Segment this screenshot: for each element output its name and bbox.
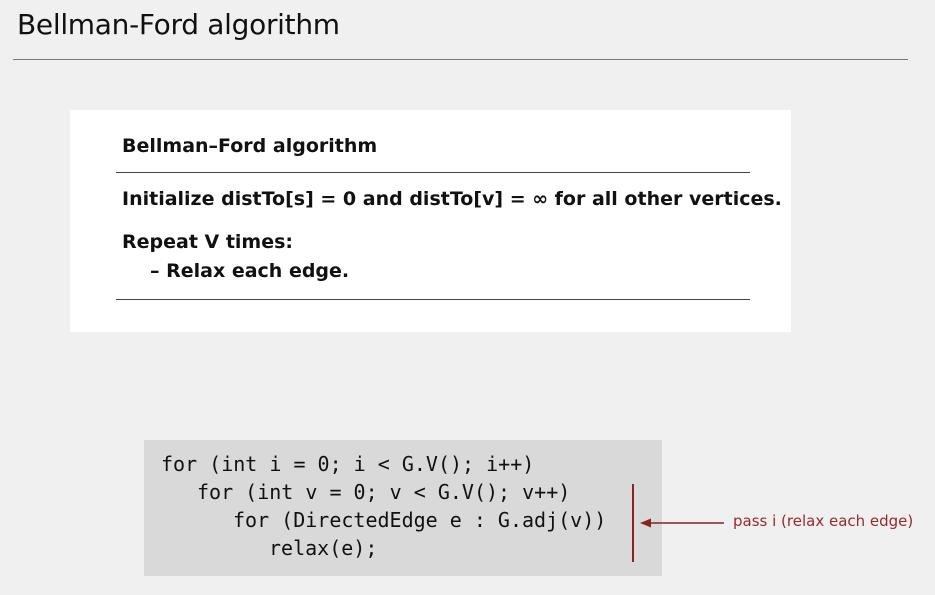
code-block: for (int i = 0; i < G.V(); i++) for (int… xyxy=(144,440,662,576)
code-line-vertex-loop: for (int v = 0; v < G.V(); v++) xyxy=(197,480,571,504)
algorithm-box: Bellman–Ford algorithm Initialize distTo… xyxy=(70,110,791,332)
title-divider xyxy=(13,59,908,60)
code-line-relax-call: relax(e); xyxy=(269,536,378,560)
left-arrow-icon xyxy=(640,518,724,528)
algorithm-bottom-rule xyxy=(116,299,750,300)
pass-bracket-line xyxy=(632,484,634,562)
algorithm-substep-relax: – Relax each edge. xyxy=(150,260,350,282)
algorithm-top-rule xyxy=(116,172,750,173)
code-line-outer-loop: for (int i = 0; i < G.V(); i++) xyxy=(161,452,535,476)
algorithm-step-repeat: Repeat V times: xyxy=(122,231,294,253)
algorithm-heading: Bellman–Ford algorithm xyxy=(122,135,378,157)
algorithm-step-initialize: Initialize distTo[s] = 0 and distTo[v] =… xyxy=(122,188,782,210)
code-line-edge-loop: for (DirectedEdge e : G.adj(v)) xyxy=(233,508,607,532)
slide-title: Bellman-Ford algorithm xyxy=(17,8,340,41)
pass-annotation-label: pass i (relax each edge) xyxy=(733,512,914,530)
